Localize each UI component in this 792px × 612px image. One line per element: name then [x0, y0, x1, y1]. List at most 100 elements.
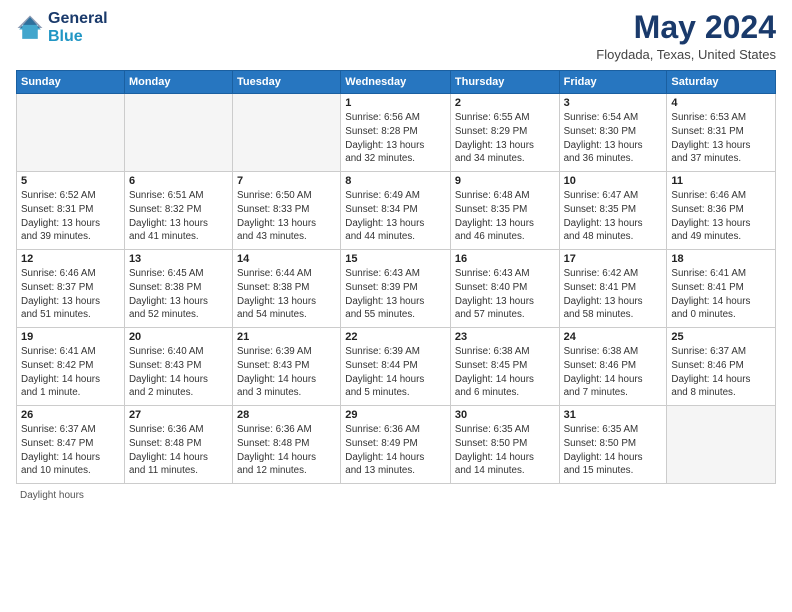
calendar-day: 28 Sunrise: 6:36 AM Sunset: 8:48 PM Dayli…	[233, 406, 341, 484]
calendar-day	[667, 406, 776, 484]
calendar-header-row: SundayMondayTuesdayWednesdayThursdayFrid…	[17, 71, 776, 94]
calendar-day	[17, 94, 125, 172]
calendar-day: 8Sunrise: 6:49 AM Sunset: 8:34 PM Daylig…	[341, 172, 451, 250]
calendar-header-wednesday: Wednesday	[341, 71, 451, 94]
calendar-day: 6 Sunrise: 6:51 AM Sunset: 8:32 PM Daylig…	[124, 172, 232, 250]
day-info: Sunrise: 6:46 AM Sunset: 8:36 PM Dayligh…	[671, 189, 771, 244]
day-info: Sunrise: 6:42 AM Sunset: 8:41 PM Dayligh…	[564, 267, 663, 322]
day-number: 30	[455, 409, 555, 421]
day-info: Sunrise: 6:47 AM Sunset: 8:35 PM Dayligh…	[564, 189, 663, 244]
calendar-header-saturday: Saturday	[667, 71, 776, 94]
day-number: 28	[237, 409, 336, 421]
day-number: 5	[21, 175, 120, 187]
calendar-day: 29 Sunrise: 6:36 AM Sunset: 8:49 PM Dayli…	[341, 406, 451, 484]
day-info: Sunrise: 6:35 AM Sunset: 8:50 PM Dayligh…	[455, 423, 555, 478]
calendar-day: 4 Sunrise: 6:53 AM Sunset: 8:31 PM Daylig…	[667, 94, 776, 172]
day-info: Sunrise: 6:37 AM Sunset: 8:47 PM Dayligh…	[21, 423, 120, 478]
day-number: 24	[564, 331, 663, 343]
calendar-header-tuesday: Tuesday	[233, 71, 341, 94]
calendar-day: 22 Sunrise: 6:39 AM Sunset: 8:44 PM Dayli…	[341, 328, 451, 406]
calendar-week-1: 1 Sunrise: 6:56 AM Sunset: 8:28 PM Daylig…	[17, 94, 776, 172]
day-number: 22	[345, 331, 446, 343]
day-info: Sunrise: 6:36 AM Sunset: 8:48 PM Dayligh…	[129, 423, 228, 478]
day-number: 11	[671, 175, 771, 187]
location: Floydada, Texas, United States	[596, 47, 776, 62]
day-info: Sunrise: 6:41 AM Sunset: 8:42 PM Dayligh…	[21, 345, 120, 400]
day-number: 20	[129, 331, 228, 343]
calendar-day: 16 Sunrise: 6:43 AM Sunset: 8:40 PM Dayli…	[450, 250, 559, 328]
day-number: 12	[21, 253, 120, 265]
day-info: Sunrise: 6:38 AM Sunset: 8:45 PM Dayligh…	[455, 345, 555, 400]
day-info: Sunrise: 6:51 AM Sunset: 8:32 PM Dayligh…	[129, 189, 228, 244]
calendar-day: 17 Sunrise: 6:42 AM Sunset: 8:41 PM Dayli…	[559, 250, 667, 328]
day-number: 18	[671, 253, 771, 265]
calendar-day: 26 Sunrise: 6:37 AM Sunset: 8:47 PM Dayli…	[17, 406, 125, 484]
day-info: Sunrise: 6:39 AM Sunset: 8:43 PM Dayligh…	[237, 345, 336, 400]
day-number: 10	[564, 175, 663, 187]
day-info: Sunrise: 6:36 AM Sunset: 8:48 PM Dayligh…	[237, 423, 336, 478]
footer-note: Daylight hours	[16, 490, 776, 501]
day-number: 29	[345, 409, 446, 421]
calendar-day: 3Sunrise: 6:54 AM Sunset: 8:30 PM Daylig…	[559, 94, 667, 172]
calendar-week-4: 19 Sunrise: 6:41 AM Sunset: 8:42 PM Dayli…	[17, 328, 776, 406]
calendar-week-5: 26 Sunrise: 6:37 AM Sunset: 8:47 PM Dayli…	[17, 406, 776, 484]
day-number: 6	[129, 175, 228, 187]
day-number: 1	[345, 97, 446, 109]
day-number: 15	[345, 253, 446, 265]
day-info: Sunrise: 6:38 AM Sunset: 8:46 PM Dayligh…	[564, 345, 663, 400]
calendar-week-2: 5 Sunrise: 6:52 AM Sunset: 8:31 PM Daylig…	[17, 172, 776, 250]
day-number: 8	[345, 175, 446, 187]
day-info: Sunrise: 6:56 AM Sunset: 8:28 PM Dayligh…	[345, 111, 446, 166]
day-number: 3	[564, 97, 663, 109]
calendar-day: 24 Sunrise: 6:38 AM Sunset: 8:46 PM Dayli…	[559, 328, 667, 406]
calendar-day: 20 Sunrise: 6:40 AM Sunset: 8:43 PM Dayli…	[124, 328, 232, 406]
day-number: 7	[237, 175, 336, 187]
day-number: 4	[671, 97, 771, 109]
day-info: Sunrise: 6:46 AM Sunset: 8:37 PM Dayligh…	[21, 267, 120, 322]
calendar: SundayMondayTuesdayWednesdayThursdayFrid…	[16, 70, 776, 484]
calendar-day: 19 Sunrise: 6:41 AM Sunset: 8:42 PM Dayli…	[17, 328, 125, 406]
day-info: Sunrise: 6:37 AM Sunset: 8:46 PM Dayligh…	[671, 345, 771, 400]
day-info: Sunrise: 6:43 AM Sunset: 8:40 PM Dayligh…	[455, 267, 555, 322]
day-number: 31	[564, 409, 663, 421]
day-number: 26	[21, 409, 120, 421]
calendar-day: 18 Sunrise: 6:41 AM Sunset: 8:41 PM Dayli…	[667, 250, 776, 328]
calendar-day: 27Sunrise: 6:36 AM Sunset: 8:48 PM Dayli…	[124, 406, 232, 484]
day-number: 17	[564, 253, 663, 265]
day-info: Sunrise: 6:52 AM Sunset: 8:31 PM Dayligh…	[21, 189, 120, 244]
logo-icon	[16, 14, 44, 42]
day-info: Sunrise: 6:40 AM Sunset: 8:43 PM Dayligh…	[129, 345, 228, 400]
day-number: 21	[237, 331, 336, 343]
calendar-day: 14Sunrise: 6:44 AM Sunset: 8:38 PM Dayli…	[233, 250, 341, 328]
day-number: 16	[455, 253, 555, 265]
calendar-day: 31 Sunrise: 6:35 AM Sunset: 8:50 PM Dayli…	[559, 406, 667, 484]
calendar-day: 23Sunrise: 6:38 AM Sunset: 8:45 PM Dayli…	[450, 328, 559, 406]
calendar-day: 7Sunrise: 6:50 AM Sunset: 8:33 PM Daylig…	[233, 172, 341, 250]
day-info: Sunrise: 6:41 AM Sunset: 8:41 PM Dayligh…	[671, 267, 771, 322]
day-number: 13	[129, 253, 228, 265]
day-info: Sunrise: 6:35 AM Sunset: 8:50 PM Dayligh…	[564, 423, 663, 478]
day-number: 2	[455, 97, 555, 109]
calendar-header-thursday: Thursday	[450, 71, 559, 94]
calendar-header-friday: Friday	[559, 71, 667, 94]
day-info: Sunrise: 6:55 AM Sunset: 8:29 PM Dayligh…	[455, 111, 555, 166]
calendar-day: 2 Sunrise: 6:55 AM Sunset: 8:29 PM Daylig…	[450, 94, 559, 172]
calendar-day: 9 Sunrise: 6:48 AM Sunset: 8:35 PM Daylig…	[450, 172, 559, 250]
calendar-day: 30 Sunrise: 6:35 AM Sunset: 8:50 PM Dayli…	[450, 406, 559, 484]
day-number: 25	[671, 331, 771, 343]
calendar-day: 12 Sunrise: 6:46 AM Sunset: 8:37 PM Dayli…	[17, 250, 125, 328]
day-info: Sunrise: 6:44 AM Sunset: 8:38 PM Dayligh…	[237, 267, 336, 322]
day-info: Sunrise: 6:36 AM Sunset: 8:49 PM Dayligh…	[345, 423, 446, 478]
title-block: May 2024 Floydada, Texas, United States	[596, 10, 776, 62]
day-number: 9	[455, 175, 555, 187]
calendar-day: 15 Sunrise: 6:43 AM Sunset: 8:39 PM Dayli…	[341, 250, 451, 328]
calendar-day: 11 Sunrise: 6:46 AM Sunset: 8:36 PM Dayli…	[667, 172, 776, 250]
day-number: 19	[21, 331, 120, 343]
calendar-week-3: 12 Sunrise: 6:46 AM Sunset: 8:37 PM Dayli…	[17, 250, 776, 328]
calendar-day: 25 Sunrise: 6:37 AM Sunset: 8:46 PM Dayli…	[667, 328, 776, 406]
day-info: Sunrise: 6:43 AM Sunset: 8:39 PM Dayligh…	[345, 267, 446, 322]
day-info: Sunrise: 6:53 AM Sunset: 8:31 PM Dayligh…	[671, 111, 771, 166]
day-info: Sunrise: 6:39 AM Sunset: 8:44 PM Dayligh…	[345, 345, 446, 400]
day-info: Sunrise: 6:48 AM Sunset: 8:35 PM Dayligh…	[455, 189, 555, 244]
calendar-day: 13Sunrise: 6:45 AM Sunset: 8:38 PM Dayli…	[124, 250, 232, 328]
